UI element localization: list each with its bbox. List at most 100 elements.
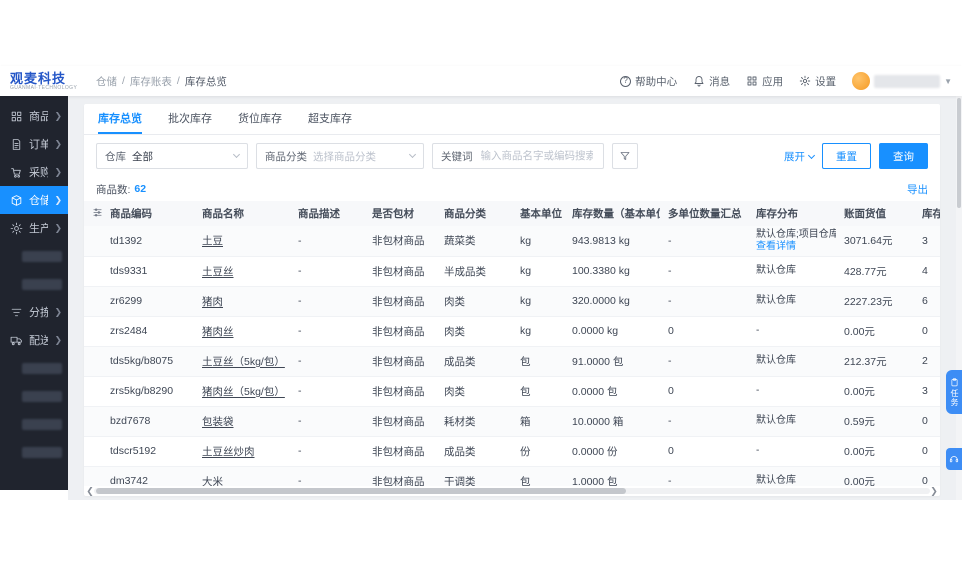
cell-stock-distribution: - <box>748 376 836 407</box>
expand-link[interactable]: 展开 <box>784 149 816 164</box>
table-row[interactable]: zrs5kg/b8290 猪肉丝（5kg/包） - 非包材商品 肉类包 0.0000 包0… <box>84 376 940 407</box>
product-name-link[interactable]: 猪肉丝（5kg/包） <box>202 386 285 398</box>
sidebar-item-purchase[interactable]: 采购 ❯ <box>0 158 68 186</box>
table-row[interactable]: tds9331 土豆丝 - 非包材商品 半成品类 kg 100.3380 kg - 默认仓库 42… <box>84 256 940 287</box>
product-name-link[interactable]: 包装袋 <box>202 416 234 428</box>
column-header[interactable]: 库存分布 <box>748 201 836 226</box>
table-row[interactable]: tds5kg/b8075 土豆丝（5kg/包） - 非包材商品 成品类包 91.0000 … <box>84 346 940 377</box>
settings-label: 设置 <box>815 75 837 88</box>
product-name-link[interactable]: 土豆丝炒肉 <box>202 446 255 458</box>
cell-category: 干调类 <box>436 466 512 486</box>
cell-avg-price: 0 <box>914 406 940 437</box>
column-header[interactable]: 商品名称 <box>194 201 290 226</box>
breadcrumb-item[interactable]: 库存账表 <box>130 74 172 89</box>
cell-avg-price: 6 <box>914 286 940 317</box>
table-row[interactable]: td1392 土豆 - 非包材商品 蔬菜类 kg 943.9813 kg - 默认仓库;项目仓库… <box>84 226 940 257</box>
user-menu[interactable]: ▼ <box>852 72 952 90</box>
cell-description: - <box>290 406 364 437</box>
service-float-button[interactable] <box>946 448 962 470</box>
column-header[interactable]: 商品编码 <box>102 201 194 226</box>
clipboard-icon <box>950 377 959 387</box>
tab-item[interactable]: 批次库存 <box>168 104 212 134</box>
messages-button[interactable]: 消息 <box>693 74 730 89</box>
sidebar-item-redacted[interactable] <box>0 242 68 270</box>
scrollbar-track[interactable] <box>94 488 930 494</box>
search-button[interactable]: 查询 <box>879 143 928 169</box>
keyword-input[interactable] <box>478 149 595 163</box>
sidebar-item-redacted[interactable] <box>0 410 68 438</box>
cell-multi-unit-total: 0 <box>660 316 748 347</box>
column-header[interactable]: 多单位数量汇总 <box>660 201 748 226</box>
column-header[interactable]: 商品分类 <box>436 201 512 226</box>
column-header[interactable]: 是否包材 <box>364 201 436 226</box>
product-name-link[interactable]: 土豆丝（5kg/包） <box>202 356 285 368</box>
sidebar-item-delivery[interactable]: 配送 ❯ <box>0 326 68 354</box>
column-settings-icon[interactable] <box>84 201 102 226</box>
cell-product-name: 土豆丝（5kg/包） <box>194 346 290 377</box>
vertical-scrollbar[interactable] <box>956 66 962 500</box>
sidebar-item-redacted[interactable] <box>0 270 68 298</box>
product-name-link[interactable]: 猪肉 <box>202 296 223 308</box>
task-panel-handle[interactable]: 任务 <box>946 370 962 414</box>
column-header[interactable]: 账面货值 <box>836 201 914 226</box>
product-name-link[interactable]: 猪肉丝 <box>202 326 234 338</box>
sidebar-item-goods[interactable]: 商品 ❯ <box>0 102 68 130</box>
reset-button[interactable]: 重置 <box>822 143 871 169</box>
sidebar-item-production[interactable]: 生产 ❯ <box>0 214 68 242</box>
sidebar-item-order[interactable]: 订单 ❯ <box>0 130 68 158</box>
avatar[interactable] <box>852 72 871 90</box>
cell-product-name: 土豆 <box>194 226 290 257</box>
cell-description: - <box>290 256 364 287</box>
vertical-scrollbar-thumb[interactable] <box>957 98 961 208</box>
breadcrumb-item[interactable]: 仓储 <box>96 74 117 89</box>
warehouse-select[interactable]: 仓库 全部 <box>96 143 248 169</box>
cell-base-unit: kg <box>512 256 564 287</box>
product-count-label: 商品数: <box>96 183 131 196</box>
sidebar-item-redacted[interactable] <box>0 354 68 382</box>
horizontal-scrollbar[interactable]: ❮ ❯ <box>84 486 940 496</box>
export-link[interactable]: 导出 <box>907 182 928 197</box>
tab-active[interactable]: 库存总览 <box>98 104 142 134</box>
sidebar-item-redacted[interactable] <box>0 438 68 466</box>
help-center-button[interactable]: ? 帮助中心 <box>620 74 677 89</box>
redacted-label <box>22 390 62 402</box>
column-header[interactable]: 库存数量（基本单位） <box>564 201 660 226</box>
scrollbar-thumb[interactable] <box>96 488 626 494</box>
column-header[interactable]: 基本单位 <box>512 201 564 226</box>
cell-product-code: dm3742 <box>102 466 194 486</box>
scroll-left-arrow[interactable]: ❮ <box>86 486 94 496</box>
cell-product-code: tdscr5192 <box>102 436 194 467</box>
apps-button[interactable]: 应用 <box>746 74 783 89</box>
cell-multi-unit-total: - <box>660 256 748 287</box>
cell-category: 成品类 <box>436 436 512 467</box>
sidebar-item-warehouse[interactable]: 仓储 ❯ <box>0 186 68 214</box>
table-row[interactable]: dm3742 大米 - 非包材商品 干调类包 1.0000 包 - 默认仓库 0.00元 0 <box>84 466 940 486</box>
product-name-link[interactable]: 土豆丝 <box>202 266 234 278</box>
view-detail-link[interactable]: 查看详情 <box>756 241 796 252</box>
table-row[interactable]: tdscr5192 土豆丝炒肉 - 非包材商品 成品类份 0.0000 份 0-0.00元 0 <box>84 436 940 467</box>
product-name-link[interactable]: 大米 <box>202 476 223 487</box>
table-row[interactable]: bzd7678 包装袋 - 非包材商品 耗材类箱 10.0000 箱 - 默认仓库 0.59元 0 <box>84 406 940 437</box>
sidebar-item-sorting[interactable]: 分拣 ❯ <box>0 298 68 326</box>
cell-is-packing: 非包材商品 <box>364 346 436 377</box>
tab-item[interactable]: 货位库存 <box>238 104 282 134</box>
tab-item[interactable]: 超支库存 <box>308 104 352 134</box>
purchase-icon <box>10 166 23 179</box>
settings-button[interactable]: 设置 <box>799 74 836 89</box>
table-row[interactable]: zr6299 猪肉 - 非包材商品 肉类 kg 320.0000 kg - 默认仓库 2227.2… <box>84 286 940 317</box>
keyword-field[interactable]: 关键词 <box>432 143 604 169</box>
product-name-link[interactable]: 土豆 <box>202 235 223 247</box>
scroll-right-arrow[interactable]: ❯ <box>930 486 938 496</box>
cell-product-code: zrs5kg/b8290 <box>102 376 194 407</box>
table-row[interactable]: zrs2484 猪肉丝 - 非包材商品 肉类 kg 0.0000 kg 0-0.00元 0 <box>84 316 940 347</box>
category-select[interactable]: 商品分类 选择商品分类 <box>256 143 424 169</box>
cell-category: 肉类 <box>436 376 512 407</box>
brand-logo[interactable]: 观麦科技 GUANMAI·TECHNOLOGY <box>10 72 86 91</box>
column-header[interactable]: 商品描述 <box>290 201 364 226</box>
breadcrumb-item: 库存总览 <box>184 75 227 88</box>
sidebar-item-redacted[interactable] <box>0 382 68 410</box>
chevron-down-icon[interactable]: ▼ <box>944 77 952 86</box>
advanced-filter-button[interactable]: > <box>612 143 638 169</box>
column-header[interactable]: 库存均价 <box>914 201 940 226</box>
messages-label: 消息 <box>709 75 731 88</box>
